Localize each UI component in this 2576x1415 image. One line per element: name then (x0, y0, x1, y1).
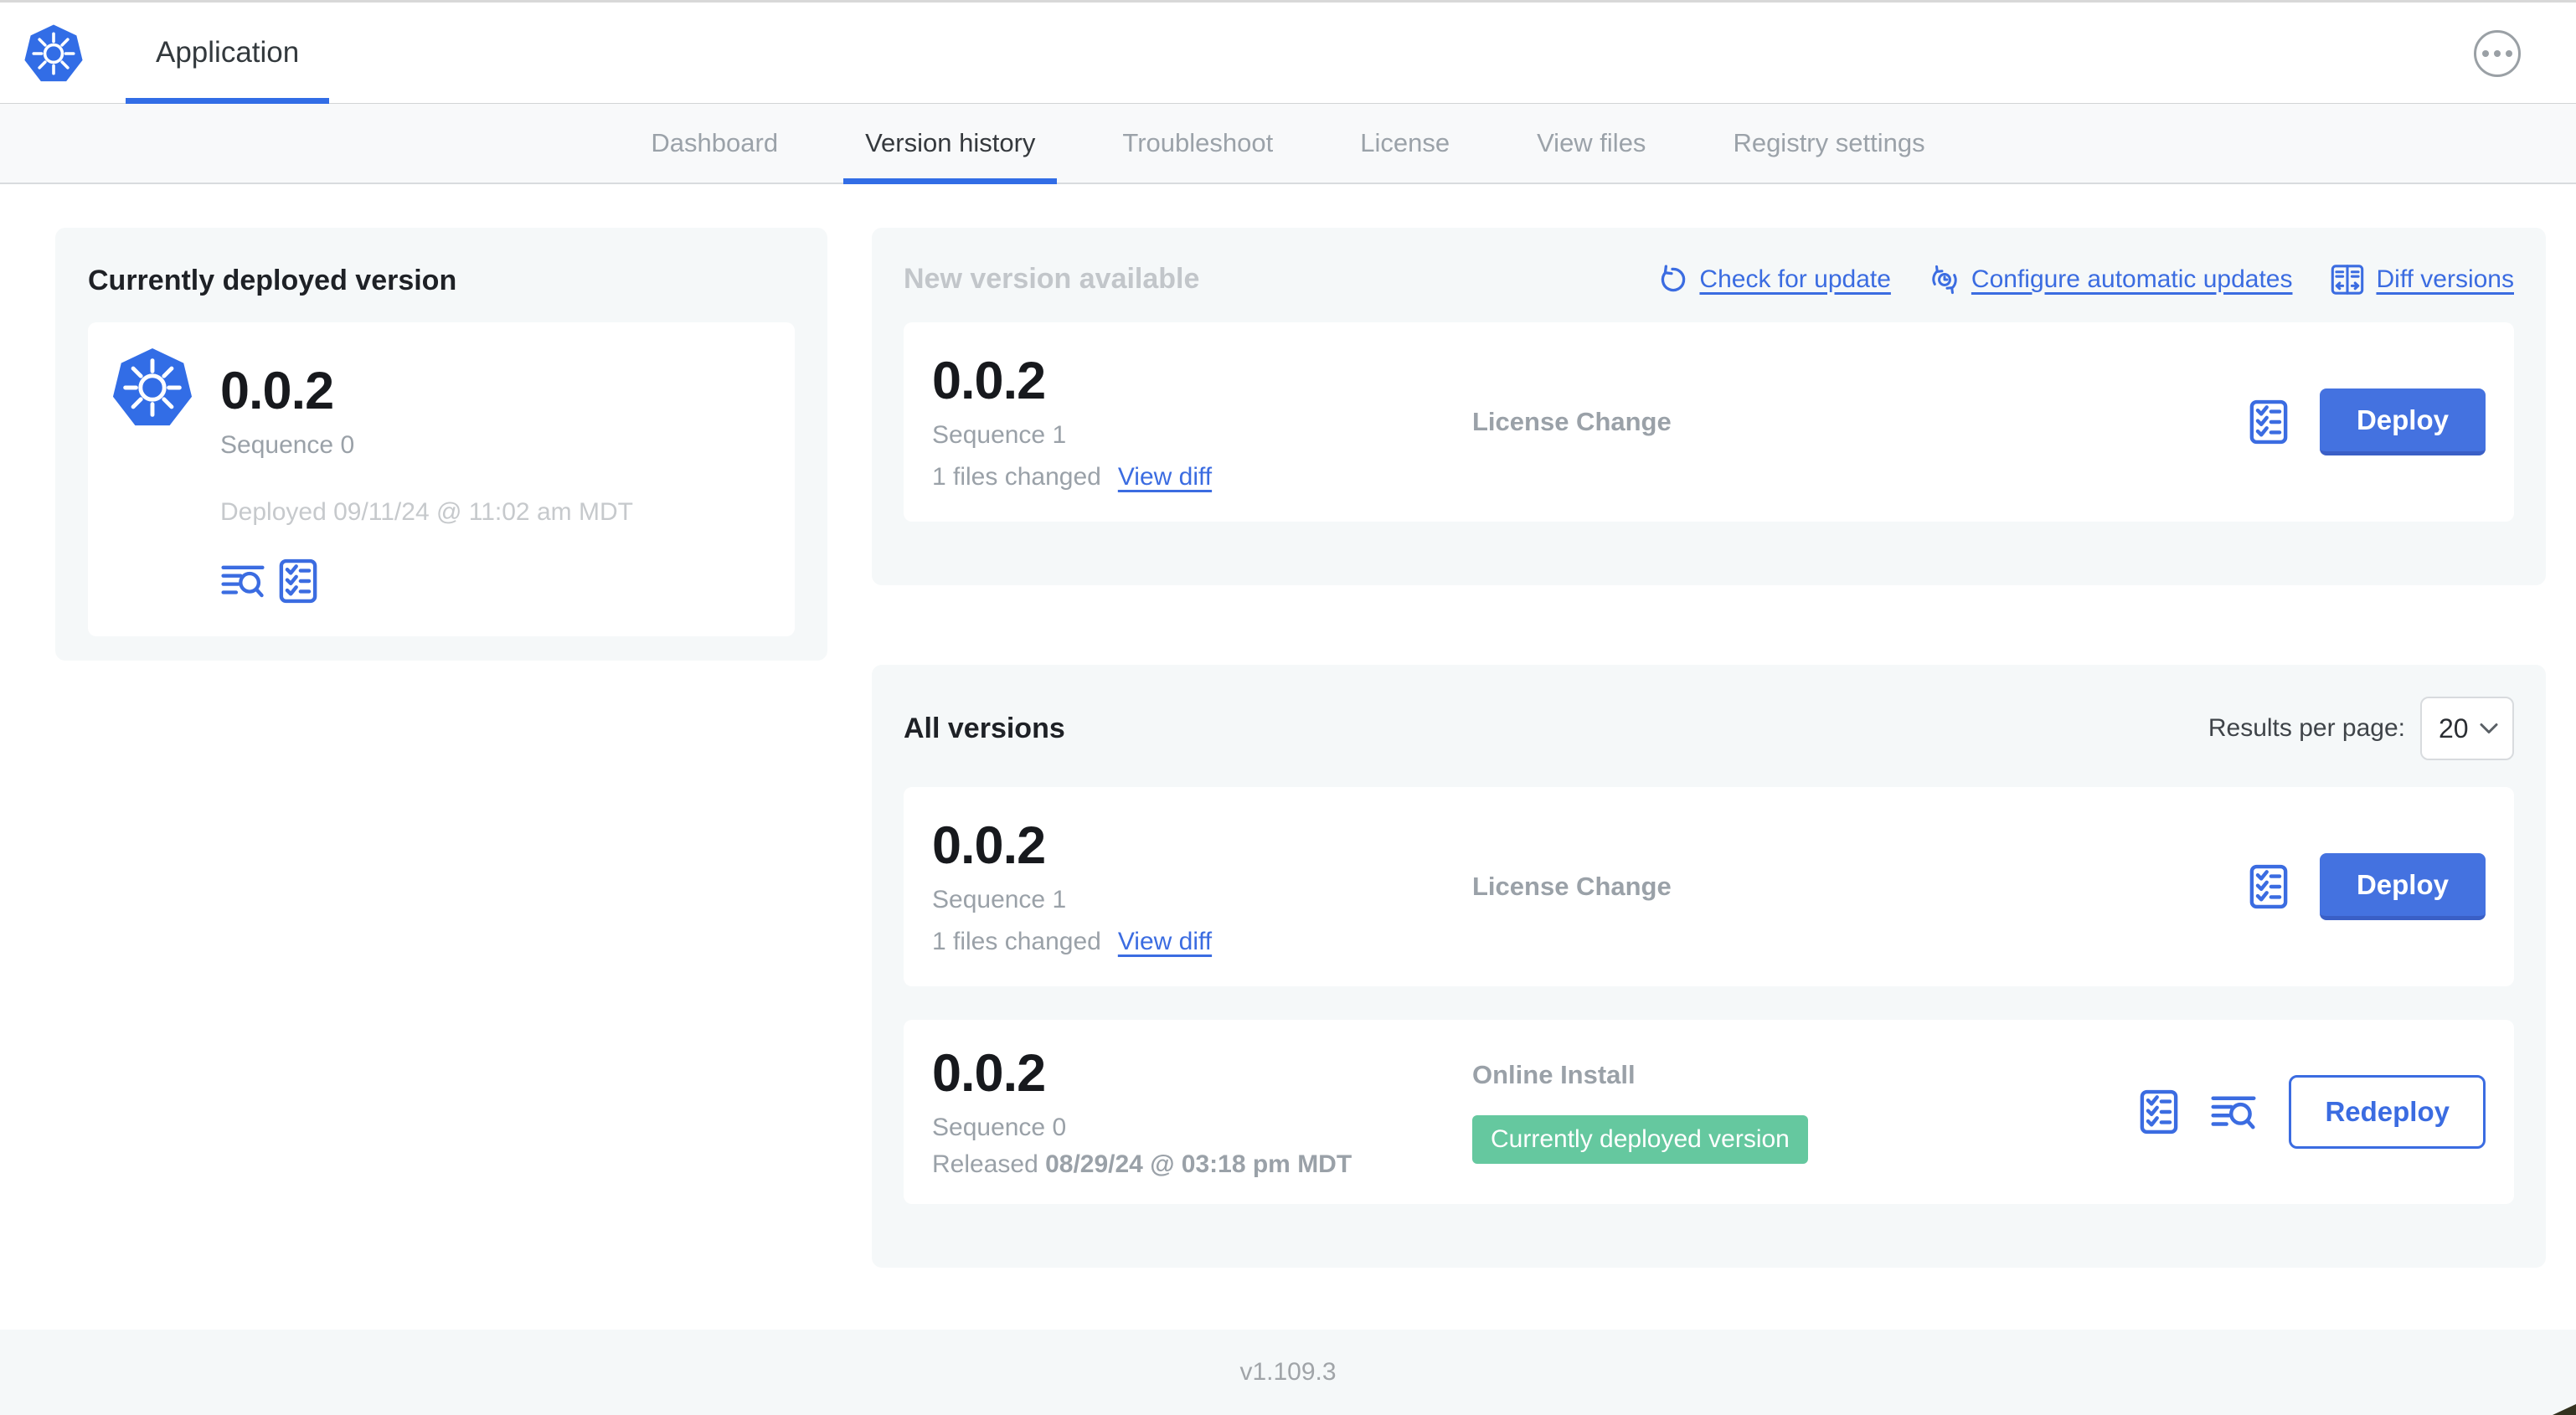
tab-view-files[interactable]: View files (1493, 104, 1689, 183)
top-bar: Application (0, 0, 2576, 104)
released-timestamp: Released 08/29/24 @ 03:18 pm MDT (932, 1150, 1352, 1179)
currently-deployed-badge: Currently deployed version (1472, 1115, 1808, 1164)
preflight-checks-icon[interactable] (2249, 399, 2288, 445)
all-versions-title: All versions (904, 712, 1065, 744)
console-version-label: v1.109.3 (1239, 1358, 1337, 1386)
deployed-sequence: Sequence 0 (220, 431, 355, 460)
deployed-version-number: 0.0.2 (220, 362, 334, 420)
version-source: Online Install (1472, 1060, 1636, 1089)
tab-dashboard[interactable]: Dashboard (607, 104, 822, 183)
version-sequence: Sequence 1 (932, 421, 1067, 450)
results-per-page-label: Results per page: (2208, 714, 2405, 742)
kubernetes-logo-icon (23, 23, 85, 85)
version-number: 0.0.2 (932, 1043, 1046, 1103)
view-diff-link[interactable]: View diff (1118, 928, 1212, 956)
diff-icon (2331, 264, 2364, 295)
application-tab[interactable]: Application (126, 3, 330, 104)
version-info: 0.0.2 Sequence 1 1 files changed View di… (932, 817, 1472, 956)
view-diff-link[interactable]: View diff (1118, 463, 1212, 491)
chevron-down-icon (2480, 723, 2498, 733)
more-options-button[interactable] (2474, 30, 2521, 77)
configure-automatic-updates-link[interactable]: Configure automatic updates (1929, 265, 2292, 295)
deploy-button[interactable]: Deploy (2319, 388, 2486, 455)
results-per-page-value: 20 (2439, 713, 2469, 744)
version-sequence: Sequence 1 (932, 886, 1067, 914)
files-changed-label: 1 files changed (932, 928, 1101, 956)
version-sequence: Sequence 0 (932, 1114, 1067, 1142)
footer: v1.109.3 (0, 1330, 2576, 1415)
tab-license[interactable]: License (1316, 104, 1493, 183)
refresh-icon (1662, 264, 1686, 291)
ellipsis-icon (2482, 50, 2489, 57)
active-tab-underline (126, 98, 330, 104)
all-versions-panel: All versions Results per page: 20 0.0.2 … (872, 665, 2546, 1268)
version-info: 0.0.2 Sequence 0 Released 08/29/24 @ 03:… (932, 1045, 1472, 1179)
version-row: 0.0.2 Sequence 0 Released 08/29/24 @ 03:… (904, 1020, 2514, 1204)
new-version-panel: New version available Check for update C… (872, 228, 2546, 585)
view-logs-icon[interactable] (2210, 1093, 2257, 1132)
check-for-update-link[interactable]: Check for update (1657, 264, 1891, 295)
preflight-checks-icon[interactable] (2249, 863, 2288, 910)
preflight-checks-icon[interactable] (2140, 1088, 2178, 1135)
app-icon (111, 346, 193, 430)
results-per-page-select[interactable]: 20 (2420, 697, 2514, 760)
version-number: 0.0.2 (932, 351, 1046, 410)
version-row: 0.0.2 Sequence 1 1 files changed View di… (904, 787, 2514, 986)
application-tab-label: Application (156, 36, 300, 69)
deployed-timestamp: Deployed 09/11/24 @ 11:02 am MDT (220, 498, 633, 527)
deployed-version-card: 0.0.2 Sequence 0 Deployed 09/11/24 @ 11:… (88, 322, 795, 636)
new-version-title: New version available (904, 263, 1200, 295)
version-source: License Change (1472, 872, 1672, 901)
currently-deployed-title: Currently deployed version (88, 265, 457, 296)
tab-registry-settings[interactable]: Registry settings (1689, 104, 1968, 183)
version-source: License Change (1472, 407, 1672, 436)
tab-version-history[interactable]: Version history (822, 104, 1079, 184)
app-nav-bar: Dashboard Version history Troubleshoot L… (0, 104, 2576, 184)
auto-update-icon (1932, 265, 1957, 294)
currently-deployed-panel: Currently deployed version 0.0.2 Sequenc… (55, 228, 827, 661)
deploy-button[interactable]: Deploy (2319, 853, 2486, 920)
files-changed-label: 1 files changed (932, 463, 1101, 491)
view-logs-icon[interactable] (220, 562, 265, 600)
redeploy-button[interactable]: Redeploy (2289, 1075, 2486, 1149)
version-info: 0.0.2 Sequence 1 1 files changed View di… (932, 352, 1472, 491)
version-number: 0.0.2 (932, 816, 1046, 875)
main-content: Currently deployed version 0.0.2 Sequenc… (0, 184, 2576, 1330)
preflight-checks-icon[interactable] (279, 558, 317, 604)
diff-versions-link[interactable]: Diff versions (2331, 264, 2514, 296)
new-version-card: 0.0.2 Sequence 1 1 files changed View di… (904, 322, 2514, 522)
tab-troubleshoot[interactable]: Troubleshoot (1079, 104, 1316, 183)
kots-admin-page: Application Dashboard Version history Tr… (0, 0, 2576, 1415)
